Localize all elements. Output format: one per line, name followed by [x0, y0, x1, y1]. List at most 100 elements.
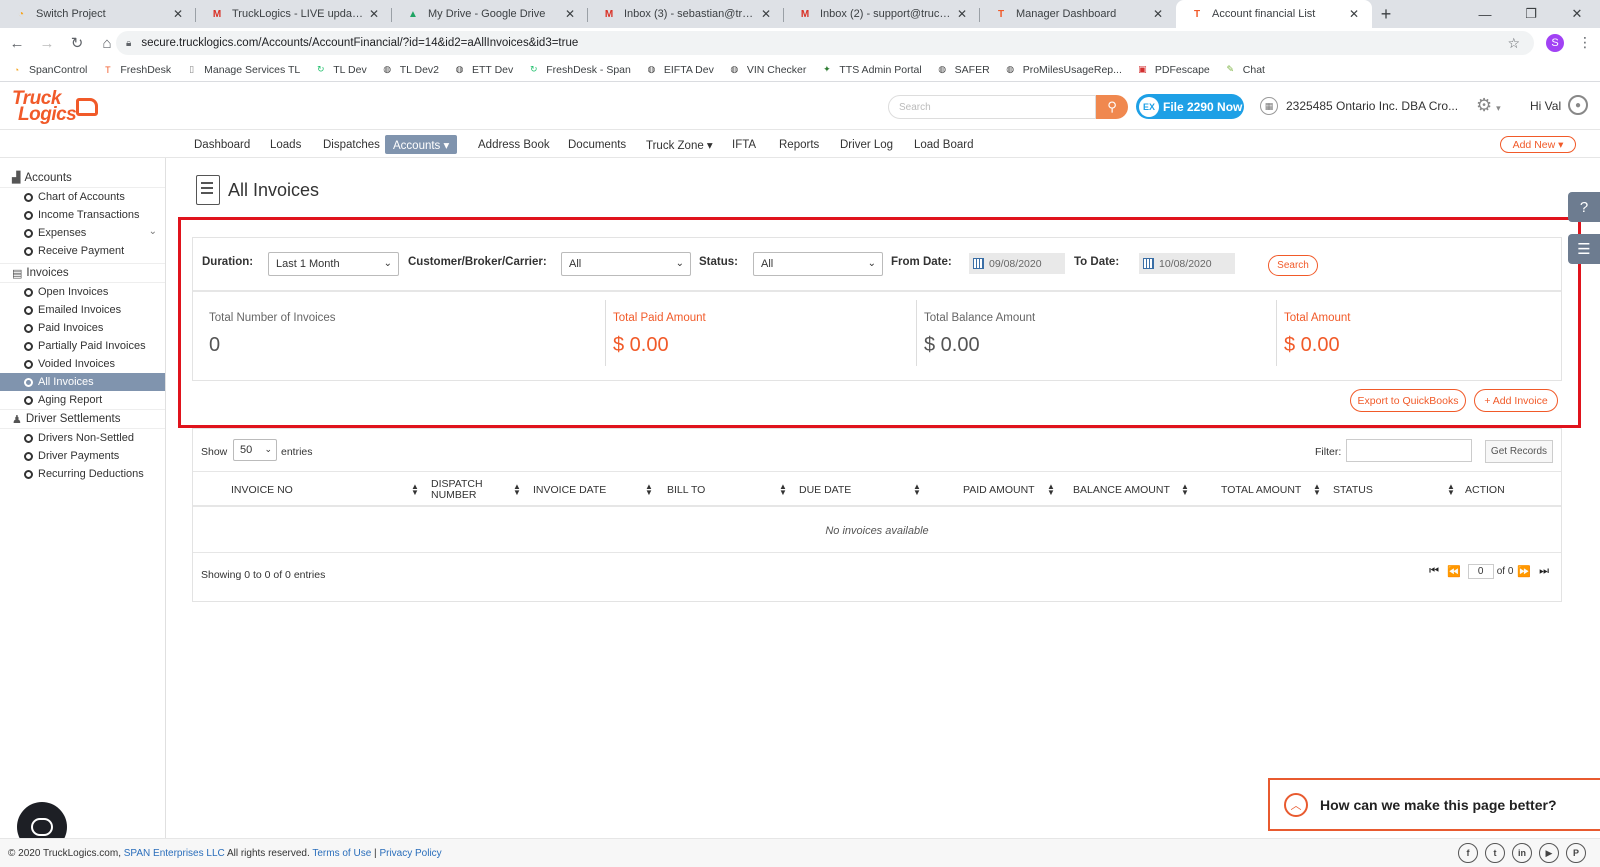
forward-arrow-icon[interactable]: →: [34, 35, 60, 52]
feedback-widget[interactable]: ︿ How can we make this page better?: [1268, 778, 1600, 831]
sort-icon[interactable]: ▲ ▼: [913, 472, 921, 508]
column-header-invoice-no[interactable]: INVOICE NO: [231, 472, 293, 508]
sidebar-item-emailed-invoices[interactable]: Emailed Invoices: [0, 301, 165, 319]
nav-item-address-book[interactable]: Address Book: [470, 135, 558, 154]
close-window-icon[interactable]: ✕: [1554, 0, 1600, 28]
column-header-balance-amount[interactable]: BALANCE AMOUNT: [1073, 472, 1170, 508]
sidebar-item-driver-payments[interactable]: Driver Payments: [0, 447, 165, 465]
prev-page-icon[interactable]: ⏪: [1447, 565, 1461, 578]
sidebar-item-expenses[interactable]: Expenses ⌄: [0, 224, 165, 242]
privacy-link[interactable]: Privacy Policy: [379, 848, 441, 859]
sidebar-group-accounts[interactable]: ▟ Accounts: [0, 168, 165, 188]
bookmark-item[interactable]: ◍ EIFTA Dev: [645, 63, 713, 76]
bookmark-item[interactable]: ↻ FreshDesk - Span: [527, 63, 631, 76]
close-icon[interactable]: ✕: [758, 7, 774, 21]
restore-icon[interactable]: ❐: [1508, 0, 1554, 28]
reload-icon[interactable]: ↻: [64, 34, 90, 52]
user-greeting[interactable]: Hi Val: [1530, 99, 1561, 113]
nav-item-truck-zone[interactable]: Truck Zone ▾: [638, 135, 721, 154]
close-icon[interactable]: ✕: [170, 7, 186, 21]
add-new-button[interactable]: Add New ▾: [1500, 136, 1576, 153]
sidebar-item-voided-invoices[interactable]: Voided Invoices: [0, 355, 165, 373]
notes-icon[interactable]: ☰: [1568, 234, 1600, 264]
browser-tab[interactable]: T Manager Dashboard ✕: [980, 0, 1176, 28]
back-arrow-icon[interactable]: ←: [4, 35, 30, 52]
sidebar-item-receive-payment[interactable]: Receive Payment: [0, 242, 165, 260]
column-header-paid-amount[interactable]: PAID AMOUNT: [963, 472, 1035, 508]
sidebar-item-recurring-deductions[interactable]: Recurring Deductions: [0, 465, 165, 483]
filter-input[interactable]: [1346, 439, 1472, 462]
pinterest-icon[interactable]: P: [1566, 843, 1586, 863]
close-icon[interactable]: ✕: [954, 7, 970, 21]
sidebar-item-drivers-non-settled[interactable]: Drivers Non-Settled: [0, 429, 165, 447]
sidebar-item-aging-report[interactable]: Aging Report: [0, 391, 165, 409]
nav-item-accounts[interactable]: Accounts ▾: [385, 135, 458, 154]
sort-icon[interactable]: ▲ ▼: [1047, 472, 1055, 508]
sort-icon[interactable]: ▲ ▼: [645, 472, 653, 508]
column-header-dispatch-number[interactable]: DISPATCH NUMBER: [431, 472, 487, 508]
twitter-icon[interactable]: t: [1485, 843, 1505, 863]
sidebar-item-chart-of-accounts[interactable]: Chart of Accounts: [0, 188, 165, 206]
file-2290-button[interactable]: EX File 2290 Now: [1136, 94, 1244, 119]
next-page-icon[interactable]: ⏩: [1517, 565, 1531, 578]
sort-icon[interactable]: ▲ ▼: [513, 472, 521, 508]
browser-menu-icon[interactable]: ⋮: [1578, 34, 1592, 51]
first-page-icon[interactable]: ⏮: [1429, 565, 1439, 578]
trucklogics-logo[interactable]: Truck Logics: [12, 88, 98, 126]
sort-icon[interactable]: ▲ ▼: [1181, 472, 1189, 508]
browser-tab[interactable]: M Inbox (3) - sebastian@trucklogics✕: [588, 0, 784, 28]
sidebar-item-partially-paid-invoices[interactable]: Partially Paid Invoices: [0, 337, 165, 355]
bookmark-item[interactable]: ✦ TTS Admin Portal: [820, 63, 922, 76]
sidebar-item-paid-invoices[interactable]: Paid Invoices: [0, 319, 165, 337]
browser-tab[interactable]: ◔ Switch Project ✕: [0, 0, 196, 28]
bookmark-item[interactable]: ◍ ProMilesUsageRep...: [1004, 63, 1122, 76]
bookmark-item[interactable]: ◔ SpanControl: [10, 63, 88, 76]
nav-item-ifta[interactable]: IFTA: [724, 135, 764, 154]
nav-item-documents[interactable]: Documents: [560, 135, 634, 154]
nav-item-dispatches[interactable]: Dispatches: [315, 135, 388, 154]
bookmark-item[interactable]: ◍ SAFER: [936, 63, 989, 76]
sort-icon[interactable]: ▲ ▼: [411, 472, 419, 508]
bookmark-item[interactable]: ▣ PDFescape: [1136, 63, 1210, 76]
help-icon[interactable]: ?: [1568, 192, 1600, 222]
sort-icon[interactable]: ▲ ▼: [1313, 472, 1321, 508]
column-header-invoice-date[interactable]: INVOICE DATE: [533, 472, 606, 508]
sidebar-item-open-invoices[interactable]: Open Invoices: [0, 283, 165, 301]
bookmark-item[interactable]: ◍ ETT Dev: [453, 63, 514, 76]
column-header-action[interactable]: ACTION: [1465, 472, 1505, 508]
last-page-icon[interactable]: ⏭: [1539, 565, 1549, 578]
sort-icon[interactable]: ▲ ▼: [779, 472, 787, 508]
sidebar-item-all-invoices[interactable]: All Invoices: [0, 373, 165, 391]
close-icon[interactable]: ✕: [366, 7, 382, 21]
close-icon[interactable]: ✕: [1150, 7, 1166, 21]
header-search-input[interactable]: Search: [888, 95, 1096, 119]
address-bar[interactable]: 🔒︎ secure.trucklogics.com/Accounts/Accou…: [116, 31, 1534, 55]
search-icon[interactable]: ⚲: [1096, 95, 1128, 119]
column-header-bill-to[interactable]: BILL TO: [667, 472, 705, 508]
nav-item-load-board[interactable]: Load Board: [906, 135, 981, 154]
column-header-due-date[interactable]: DUE DATE: [799, 472, 851, 508]
gear-icon[interactable]: ⚙ ▾: [1476, 95, 1501, 116]
column-header-status[interactable]: STATUS: [1333, 472, 1373, 508]
get-records-button[interactable]: Get Records: [1485, 440, 1553, 463]
page-size-select[interactable]: 50 ⌄: [233, 439, 277, 461]
browser-tab[interactable]: M TruckLogics - LIVE updates (10/0✕: [196, 0, 392, 28]
bookmark-item[interactable]: ↻ TL Dev: [314, 63, 367, 76]
bookmark-item[interactable]: T FreshDesk: [101, 63, 171, 76]
sidebar-item-income-transactions[interactable]: Income Transactions: [0, 206, 165, 224]
nav-item-reports[interactable]: Reports: [771, 135, 827, 154]
sort-icon[interactable]: ▲ ▼: [1447, 472, 1455, 508]
column-header-total-amount[interactable]: TOTAL AMOUNT: [1221, 472, 1301, 508]
new-tab-button[interactable]: +: [1372, 0, 1400, 28]
bookmark-star-icon[interactable]: ☆: [1507, 35, 1520, 52]
nav-item-dashboard[interactable]: Dashboard: [186, 135, 258, 154]
youtube-icon[interactable]: ▶: [1539, 843, 1559, 863]
profile-avatar[interactable]: S: [1546, 34, 1564, 52]
nav-item-loads[interactable]: Loads: [262, 135, 309, 154]
bookmark-item[interactable]: ▯ Manage Services TL: [185, 63, 300, 76]
facebook-icon[interactable]: f: [1458, 843, 1478, 863]
browser-tab[interactable]: ▲ My Drive - Google Drive ✕: [392, 0, 588, 28]
minimize-icon[interactable]: —: [1462, 0, 1508, 28]
bookmark-item[interactable]: ✎ Chat: [1224, 63, 1264, 76]
terms-link[interactable]: Terms of Use: [312, 848, 371, 859]
